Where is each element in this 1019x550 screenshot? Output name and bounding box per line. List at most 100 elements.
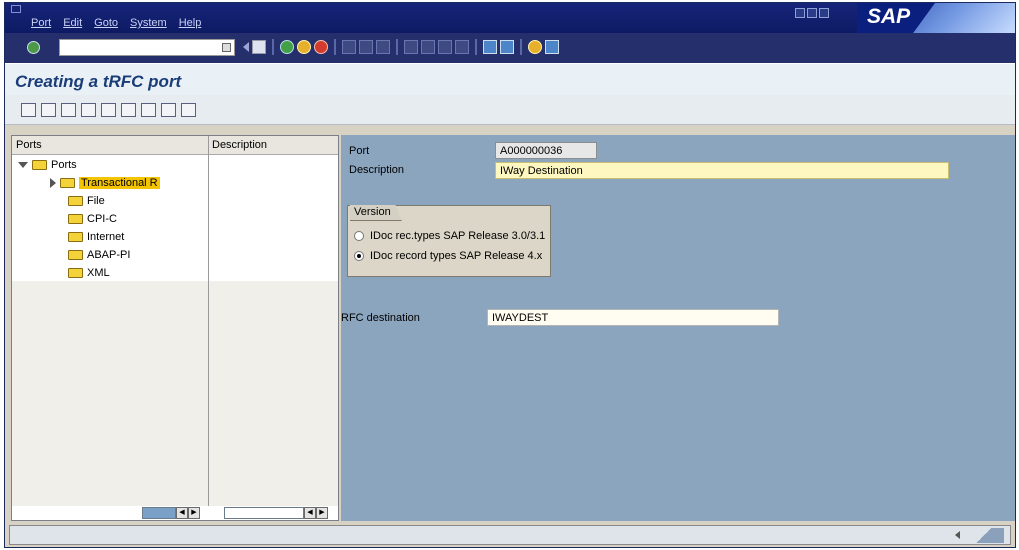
radio-button-3x[interactable] [354, 231, 364, 241]
description-label: Description [349, 164, 405, 176]
sap-window: Port Edit Goto System Help SAP Creating … [4, 2, 1016, 548]
tree-node-internet[interactable]: Internet [68, 229, 124, 245]
folder-icon [60, 178, 75, 188]
application-toolbar-icons [21, 103, 196, 117]
status-bar [9, 525, 1011, 545]
last-page-icon[interactable] [455, 40, 469, 54]
collapse-icon[interactable] [241, 42, 249, 52]
find-icon[interactable] [359, 40, 373, 54]
tree-empty-area [12, 281, 338, 506]
tree-node-transactional[interactable]: Transactional R [50, 175, 160, 191]
expand-icon[interactable] [121, 103, 136, 117]
tree-node-cpic[interactable]: CPI-C [68, 211, 117, 227]
menu-system[interactable]: System [130, 17, 167, 29]
window-menu-icon[interactable] [11, 5, 21, 13]
radio-label: IDoc record types SAP Release 4.x [370, 250, 543, 262]
print-icon[interactable] [181, 103, 196, 117]
description-column-scrollbar[interactable]: ◀ ▶ [224, 506, 328, 520]
tree-node-label: CPI-C [87, 213, 117, 225]
close-icon[interactable] [819, 8, 829, 18]
toolbar-separator [272, 39, 274, 55]
title-bar: Creating a tRFC port [5, 63, 1015, 95]
scrollbar-track[interactable] [142, 507, 176, 519]
ports-column-scrollbar[interactable]: ◀ ▶ [142, 506, 200, 520]
find-icon[interactable] [101, 103, 116, 117]
enter-icon[interactable] [27, 41, 40, 54]
tree-node-label: File [87, 195, 105, 207]
description-field[interactable]: IWay Destination [495, 162, 949, 179]
toolbar-separator [475, 39, 477, 55]
scroll-right-icon[interactable]: ▶ [188, 507, 200, 519]
previous-page-icon[interactable] [421, 40, 435, 54]
scroll-right-icon[interactable]: ▶ [316, 507, 328, 519]
menu-goto[interactable]: Goto [94, 17, 118, 29]
save-icon[interactable] [161, 103, 176, 117]
minimize-icon[interactable] [795, 8, 805, 18]
first-page-icon[interactable] [404, 40, 418, 54]
version-option-3x[interactable]: IDoc rec.types SAP Release 3.0/3.1 [354, 230, 545, 242]
folder-icon [68, 214, 83, 224]
page-title: Creating a tRFC port [15, 72, 182, 91]
menu-edit[interactable]: Edit [63, 17, 82, 29]
menu: Port Edit Goto System Help [31, 17, 201, 29]
history-icon[interactable] [222, 43, 231, 52]
column-separator[interactable] [208, 136, 209, 506]
create-session-icon[interactable] [483, 40, 497, 54]
column-description[interactable]: Description [212, 139, 267, 151]
folder-icon [68, 268, 83, 278]
tree-node-ports[interactable]: Ports [18, 157, 77, 173]
scroll-left-icon[interactable]: ◀ [304, 507, 316, 519]
window-controls [795, 8, 829, 18]
expand-icon[interactable] [50, 178, 56, 188]
port-details: Port A000000036 Description IWay Destina… [341, 135, 1015, 521]
system-toolbar [5, 33, 1015, 63]
tree-node-abap-pi[interactable]: ABAP-PI [68, 247, 130, 263]
tree-header: Ports Description [12, 136, 338, 155]
tree-node-label: Transactional R [79, 177, 160, 189]
find-next-icon[interactable] [376, 40, 390, 54]
status-toggle-icon[interactable] [955, 531, 960, 539]
rfc-destination-field[interactable]: IWAYDEST [487, 309, 779, 326]
toolbar-separator [520, 39, 522, 55]
version-group-title: Version [350, 205, 402, 221]
help-icon[interactable] [528, 40, 542, 54]
sap-logo: SAP [857, 3, 1015, 33]
resize-grip[interactable] [964, 528, 1004, 543]
shortcut-icon[interactable] [500, 40, 514, 54]
delete-icon[interactable] [81, 103, 96, 117]
maximize-icon[interactable] [807, 8, 817, 18]
scrollbar-track[interactable] [224, 507, 304, 519]
port-label: Port [349, 145, 370, 157]
copy-icon[interactable] [61, 103, 76, 117]
scroll-left-icon[interactable]: ◀ [176, 507, 188, 519]
toolbar-separator [396, 39, 398, 55]
menu-port[interactable]: Port [31, 17, 51, 29]
radio-button-4x[interactable] [354, 251, 364, 261]
back-icon[interactable] [280, 40, 294, 54]
menu-help[interactable]: Help [179, 17, 202, 29]
radio-label: IDoc rec.types SAP Release 3.0/3.1 [370, 230, 546, 242]
tree-node-file[interactable]: File [68, 193, 105, 209]
save-icon[interactable] [252, 40, 266, 54]
folder-icon [68, 250, 83, 260]
version-option-4x[interactable]: IDoc record types SAP Release 4.x [354, 250, 542, 262]
application-toolbar [5, 95, 1015, 125]
command-field[interactable] [59, 39, 235, 56]
layout-icon[interactable] [545, 40, 559, 54]
toolbar-separator [334, 39, 336, 55]
port-field: A000000036 [495, 142, 597, 159]
menu-bar: Port Edit Goto System Help SAP [5, 3, 1015, 33]
cancel-icon[interactable] [314, 40, 328, 54]
tree-node-label: XML [87, 267, 110, 279]
version-group: Version IDoc rec.types SAP Release 3.0/3… [347, 205, 551, 277]
change-icon[interactable] [41, 103, 56, 117]
tree-node-xml[interactable]: XML [68, 265, 110, 281]
next-page-icon[interactable] [438, 40, 452, 54]
column-ports[interactable]: Ports [16, 139, 42, 151]
create-icon[interactable] [21, 103, 36, 117]
refresh-icon[interactable] [141, 103, 156, 117]
exit-icon[interactable] [297, 40, 311, 54]
expand-icon[interactable] [18, 162, 28, 168]
folder-open-icon [32, 160, 47, 170]
print-icon[interactable] [342, 40, 356, 54]
